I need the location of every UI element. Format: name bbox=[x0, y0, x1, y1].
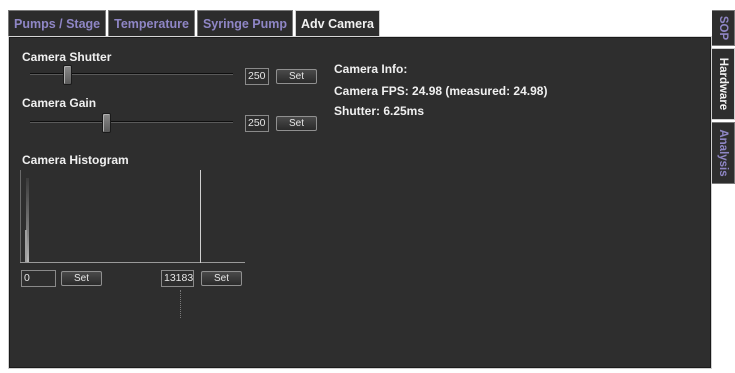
tab-adv-camera[interactable]: Adv Camera bbox=[294, 10, 380, 38]
histogram-dotted-guide bbox=[180, 290, 181, 318]
histogram-left-axis bbox=[20, 170, 21, 262]
side-tab-analysis[interactable]: Analysis bbox=[712, 122, 735, 184]
camera-info-title: Camera Info: bbox=[334, 62, 408, 76]
camera-gain-slider[interactable] bbox=[30, 112, 233, 133]
camera-fps-text: Camera FPS: 24.98 (measured: 24.98) bbox=[334, 84, 548, 98]
camera-shutter-slider-track bbox=[30, 73, 233, 75]
side-tab-hardware-label: Hardware bbox=[717, 57, 729, 111]
camera-gain-slider-track bbox=[30, 121, 233, 123]
camera-shutter-set-button[interactable]: Set bbox=[276, 69, 317, 84]
side-tab-bar: SOP Hardware Analysis bbox=[712, 10, 735, 186]
histogram-max-set-button[interactable]: Set bbox=[201, 271, 242, 286]
histogram-peak-base bbox=[25, 230, 27, 262]
camera-shutter-value-field[interactable]: 250 bbox=[245, 68, 269, 85]
camera-gain-value-field[interactable]: 250 bbox=[245, 115, 269, 132]
tab-pumps-stage[interactable]: Pumps / Stage bbox=[8, 10, 107, 37]
camera-shutter-slider-thumb[interactable] bbox=[63, 65, 72, 85]
histogram-min-set-button[interactable]: Set bbox=[61, 271, 102, 286]
camera-gain-slider-thumb[interactable] bbox=[102, 113, 111, 133]
camera-histogram-plot bbox=[20, 170, 245, 265]
histogram-min-field[interactable]: 0 bbox=[21, 270, 56, 287]
side-tab-analysis-label: Analysis bbox=[717, 129, 729, 177]
camera-histogram-label: Camera Histogram bbox=[22, 153, 129, 167]
camera-shutter-slider[interactable] bbox=[30, 64, 233, 85]
app-window: Pumps / Stage Temperature Syringe Pump A… bbox=[0, 0, 735, 373]
tab-bar: Pumps / Stage Temperature Syringe Pump A… bbox=[8, 10, 382, 38]
histogram-max-field[interactable]: 13183 bbox=[161, 270, 194, 287]
side-tab-sop-label: SOP bbox=[717, 15, 729, 41]
side-tab-sop[interactable]: SOP bbox=[712, 10, 735, 46]
tab-temperature[interactable]: Temperature bbox=[108, 10, 195, 37]
histogram-bottom-axis bbox=[20, 262, 245, 263]
camera-gain-set-button[interactable]: Set bbox=[276, 116, 317, 131]
side-tab-hardware[interactable]: Hardware bbox=[712, 48, 735, 120]
tab-syringe-pump[interactable]: Syringe Pump bbox=[196, 10, 293, 37]
camera-shutter-label: Camera Shutter bbox=[22, 50, 112, 64]
camera-gain-label: Camera Gain bbox=[22, 96, 97, 110]
camera-shutter-info-text: Shutter: 6.25ms bbox=[334, 104, 425, 118]
histogram-max-marker[interactable] bbox=[200, 170, 201, 263]
